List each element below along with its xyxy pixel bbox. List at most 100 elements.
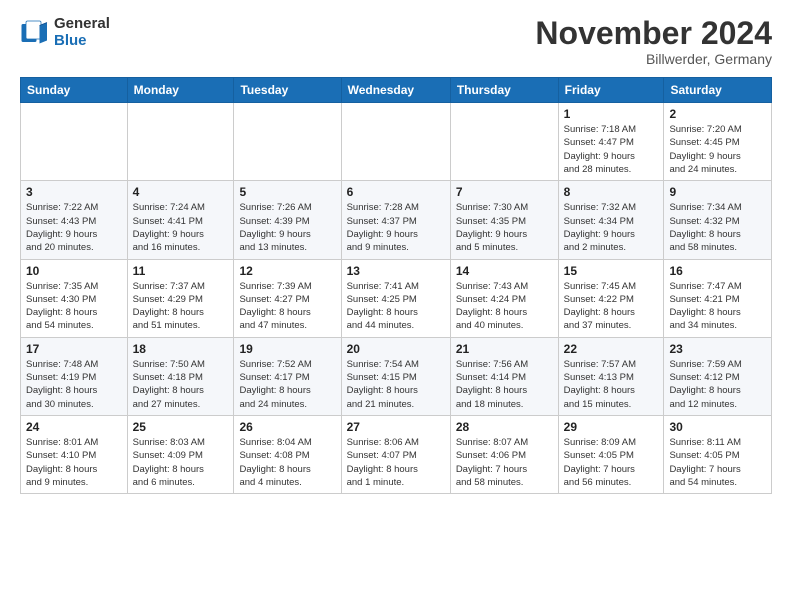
calendar-week-row: 3Sunrise: 7:22 AM Sunset: 4:43 PM Daylig… [21, 181, 772, 259]
calendar-cell: 14 Sunrise: 7:43 AM Sunset: 4:24 PM Dayli… [450, 259, 558, 337]
day-number: 28 [456, 420, 553, 434]
calendar-cell: 7 Sunrise: 7:30 AM Sunset: 4:35 PM Daylig… [450, 181, 558, 259]
calendar-cell: 28 Sunrise: 8:07 AM Sunset: 4:06 PM Dayli… [450, 415, 558, 493]
day-number: 11 [133, 264, 229, 278]
day-info: Sunrise: 7:52 AM Sunset: 4:17 PM Dayligh… [239, 358, 335, 411]
day-info: Sunrise: 7:28 AM Sunset: 4:37 PM Dayligh… [347, 201, 445, 254]
day-info: Sunrise: 7:35 AM Sunset: 4:30 PM Dayligh… [26, 280, 122, 333]
day-info: Sunrise: 7:30 AM Sunset: 4:35 PM Dayligh… [456, 201, 553, 254]
day-number: 29 [564, 420, 659, 434]
calendar-cell [127, 103, 234, 181]
logo-icon [20, 18, 50, 48]
calendar-week-row: 1 Sunrise: 7:18 AM Sunset: 4:47 PM Daylig… [21, 103, 772, 181]
col-thursday: Thursday [450, 78, 558, 103]
calendar-cell [21, 103, 128, 181]
day-number: 5 [239, 185, 335, 199]
col-sunday: Sunday [21, 78, 128, 103]
day-number: 24 [26, 420, 122, 434]
day-number: 12 [239, 264, 335, 278]
day-info: Sunrise: 8:03 AM Sunset: 4:09 PM Dayligh… [133, 436, 229, 489]
calendar-cell: 25 Sunrise: 8:03 AM Sunset: 4:09 PM Dayli… [127, 415, 234, 493]
day-info: Sunrise: 8:04 AM Sunset: 4:08 PM Dayligh… [239, 436, 335, 489]
day-number: 7 [456, 185, 553, 199]
day-number: 21 [456, 342, 553, 356]
day-number: 20 [347, 342, 445, 356]
calendar-cell: 26 Sunrise: 8:04 AM Sunset: 4:08 PM Dayli… [234, 415, 341, 493]
calendar-cell: 9 Sunrise: 7:34 AM Sunset: 4:32 PM Daylig… [664, 181, 772, 259]
day-number: 14 [456, 264, 553, 278]
calendar-cell: 12 Sunrise: 7:39 AM Sunset: 4:27 PM Dayli… [234, 259, 341, 337]
calendar-cell: 15 Sunrise: 7:45 AM Sunset: 4:22 PM Dayli… [558, 259, 664, 337]
day-number: 30 [669, 420, 766, 434]
day-info: Sunrise: 7:59 AM Sunset: 4:12 PM Dayligh… [669, 358, 766, 411]
calendar-cell [234, 103, 341, 181]
day-number: 15 [564, 264, 659, 278]
day-info: Sunrise: 7:56 AM Sunset: 4:14 PM Dayligh… [456, 358, 553, 411]
day-info: Sunrise: 8:06 AM Sunset: 4:07 PM Dayligh… [347, 436, 445, 489]
day-number: 6 [347, 185, 445, 199]
day-info: Sunrise: 8:07 AM Sunset: 4:06 PM Dayligh… [456, 436, 553, 489]
col-wednesday: Wednesday [341, 78, 450, 103]
calendar-cell: 1 Sunrise: 7:18 AM Sunset: 4:47 PM Daylig… [558, 103, 664, 181]
day-info: Sunrise: 8:11 AM Sunset: 4:05 PM Dayligh… [669, 436, 766, 489]
day-info: Sunrise: 7:57 AM Sunset: 4:13 PM Dayligh… [564, 358, 659, 411]
calendar-cell: 6 Sunrise: 7:28 AM Sunset: 4:37 PM Daylig… [341, 181, 450, 259]
calendar-cell: 13 Sunrise: 7:41 AM Sunset: 4:25 PM Dayli… [341, 259, 450, 337]
calendar-cell: 20 Sunrise: 7:54 AM Sunset: 4:15 PM Dayli… [341, 337, 450, 415]
day-number: 17 [26, 342, 122, 356]
day-info: Sunrise: 7:34 AM Sunset: 4:32 PM Dayligh… [669, 201, 766, 254]
day-number: 1 [564, 107, 659, 121]
day-number: 2 [669, 107, 766, 121]
day-info: Sunrise: 7:47 AM Sunset: 4:21 PM Dayligh… [669, 280, 766, 333]
day-info: Sunrise: 7:20 AM Sunset: 4:45 PM Dayligh… [669, 123, 766, 176]
day-info: Sunrise: 7:41 AM Sunset: 4:25 PM Dayligh… [347, 280, 445, 333]
day-info: Sunrise: 7:50 AM Sunset: 4:18 PM Dayligh… [133, 358, 229, 411]
col-monday: Monday [127, 78, 234, 103]
day-number: 22 [564, 342, 659, 356]
day-info: Sunrise: 7:45 AM Sunset: 4:22 PM Dayligh… [564, 280, 659, 333]
col-friday: Friday [558, 78, 664, 103]
day-info: Sunrise: 7:22 AM Sunset: 4:43 PM Dayligh… [26, 201, 122, 254]
calendar-cell: 2 Sunrise: 7:20 AM Sunset: 4:45 PM Daylig… [664, 103, 772, 181]
calendar-cell: 24 Sunrise: 8:01 AM Sunset: 4:10 PM Dayli… [21, 415, 128, 493]
day-info: Sunrise: 7:26 AM Sunset: 4:39 PM Dayligh… [239, 201, 335, 254]
calendar-cell [450, 103, 558, 181]
logo: General Blue [20, 16, 110, 49]
day-info: Sunrise: 7:39 AM Sunset: 4:27 PM Dayligh… [239, 280, 335, 333]
day-number: 25 [133, 420, 229, 434]
calendar-cell: 29Sunrise: 8:09 AM Sunset: 4:05 PM Dayli… [558, 415, 664, 493]
calendar-table: Sunday Monday Tuesday Wednesday Thursday… [20, 77, 772, 494]
day-info: Sunrise: 7:18 AM Sunset: 4:47 PM Dayligh… [564, 123, 659, 176]
day-number: 26 [239, 420, 335, 434]
logo-general: General [54, 16, 110, 33]
day-number: 9 [669, 185, 766, 199]
day-info: Sunrise: 7:37 AM Sunset: 4:29 PM Dayligh… [133, 280, 229, 333]
calendar-cell: 23 Sunrise: 7:59 AM Sunset: 4:12 PM Dayli… [664, 337, 772, 415]
calendar-cell: 19 Sunrise: 7:52 AM Sunset: 4:17 PM Dayli… [234, 337, 341, 415]
day-number: 13 [347, 264, 445, 278]
day-number: 23 [669, 342, 766, 356]
month-title: November 2024 [535, 16, 772, 51]
calendar-cell: 30 Sunrise: 8:11 AM Sunset: 4:05 PM Dayli… [664, 415, 772, 493]
calendar-cell: 17Sunrise: 7:48 AM Sunset: 4:19 PM Dayli… [21, 337, 128, 415]
calendar-cell: 11 Sunrise: 7:37 AM Sunset: 4:29 PM Dayli… [127, 259, 234, 337]
day-number: 10 [26, 264, 122, 278]
calendar-cell: 8Sunrise: 7:32 AM Sunset: 4:34 PM Daylig… [558, 181, 664, 259]
calendar-week-row: 24 Sunrise: 8:01 AM Sunset: 4:10 PM Dayli… [21, 415, 772, 493]
day-number: 16 [669, 264, 766, 278]
logo-text: General Blue [54, 16, 110, 49]
day-info: Sunrise: 7:54 AM Sunset: 4:15 PM Dayligh… [347, 358, 445, 411]
calendar-cell: 5 Sunrise: 7:26 AM Sunset: 4:39 PM Daylig… [234, 181, 341, 259]
day-number: 19 [239, 342, 335, 356]
day-number: 18 [133, 342, 229, 356]
header: General Blue November 2024 Billwerder, G… [20, 16, 772, 67]
day-info: Sunrise: 7:43 AM Sunset: 4:24 PM Dayligh… [456, 280, 553, 333]
logo-blue: Blue [54, 33, 110, 50]
calendar-cell: 4Sunrise: 7:24 AM Sunset: 4:41 PM Daylig… [127, 181, 234, 259]
day-info: Sunrise: 8:01 AM Sunset: 4:10 PM Dayligh… [26, 436, 122, 489]
calendar-cell: 3Sunrise: 7:22 AM Sunset: 4:43 PM Daylig… [21, 181, 128, 259]
day-info: Sunrise: 7:24 AM Sunset: 4:41 PM Dayligh… [133, 201, 229, 254]
day-number: 8 [564, 185, 659, 199]
calendar-week-row: 10 Sunrise: 7:35 AM Sunset: 4:30 PM Dayli… [21, 259, 772, 337]
title-area: November 2024 Billwerder, Germany [535, 16, 772, 67]
